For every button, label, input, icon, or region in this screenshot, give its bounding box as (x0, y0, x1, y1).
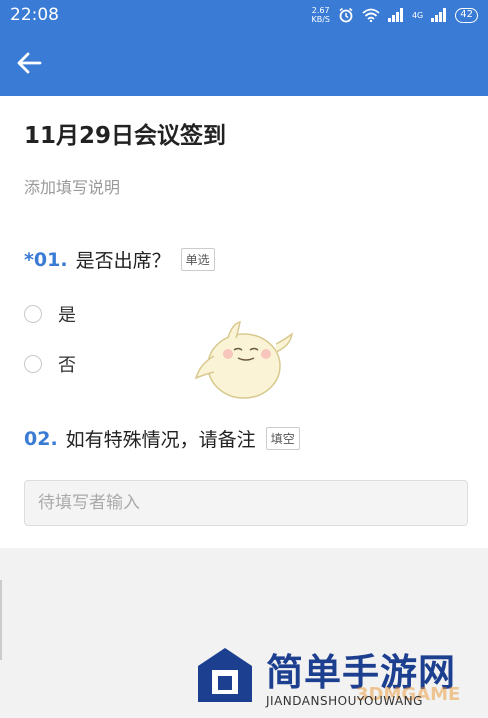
arrow-left-icon[interactable] (14, 48, 44, 78)
question-1: *01. 是否出席？ 单选 (24, 246, 215, 273)
signal-bars-icon (387, 8, 403, 22)
signal-network-label: 4G (411, 10, 424, 20)
radio-no[interactable] (24, 355, 42, 373)
wifi-icon (362, 8, 380, 22)
battery-indicator: 42 (455, 7, 478, 23)
form-title: 11月29日会议签到 (24, 123, 227, 149)
question-1-text: 是否出席？ (75, 250, 171, 272)
left-edge-divider (0, 580, 2, 660)
app-bar (0, 30, 488, 96)
form-description[interactable]: 添加填写说明 (24, 174, 120, 198)
site-logo-icon (198, 648, 252, 702)
net-speed-value: 2.67 (311, 6, 330, 15)
radio-yes[interactable] (24, 305, 42, 323)
site-pinyin: JIANDANSHOUYOUWANG (266, 694, 423, 708)
question-2-number: 02. (24, 427, 58, 450)
question-2-type-tag: 填空 (265, 427, 300, 450)
status-bar: 22:08 2.67 KB/S 4G 42 (0, 0, 488, 30)
alarm-clock-icon (339, 7, 353, 23)
status-time: 22:08 (10, 5, 59, 25)
question-2-text: 如有特殊情况，请备注 (65, 429, 256, 451)
status-icons: 2.67 KB/S 4G 42 (311, 6, 478, 24)
net-speed: 2.67 KB/S (311, 6, 330, 24)
remark-input[interactable] (24, 480, 468, 526)
option-yes-label: 是 (58, 305, 76, 326)
option-no[interactable]: 否 (24, 351, 76, 377)
net-speed-unit: KB/S (311, 15, 330, 24)
question-1-type-tag: 单选 (180, 248, 215, 271)
signal-bars-icon-2 (431, 8, 447, 22)
option-no-label: 否 (58, 355, 76, 376)
option-yes[interactable]: 是 (24, 301, 76, 327)
mascot-illustration (194, 320, 294, 399)
question-2: 02. 如有特殊情况，请备注 填空 (24, 425, 300, 452)
question-1-number: *01. (24, 248, 68, 271)
